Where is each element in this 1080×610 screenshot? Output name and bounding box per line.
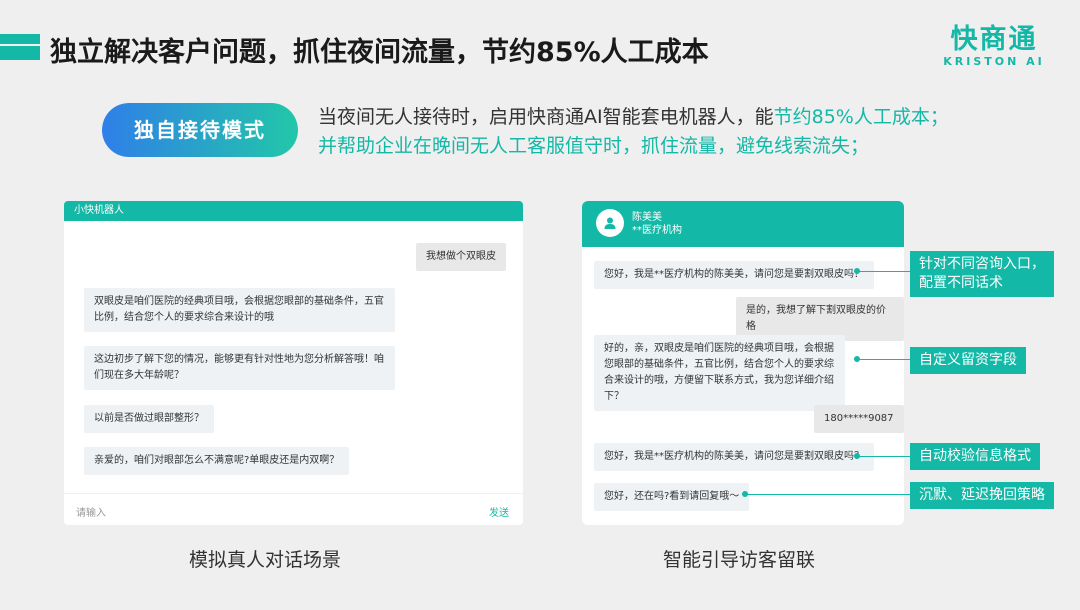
- chat-message-bot: 您好，还在吗?看到请回复哦～: [594, 483, 750, 511]
- logo-text-en: KRISTON AI: [943, 55, 1045, 68]
- description-highlight: 节约85%人工成本；: [773, 106, 949, 128]
- description-line-2: 并帮助企业在晚间无人工客服值守时，抓住流量，避免线索流失；: [318, 135, 870, 157]
- title-accent-bar: [0, 34, 40, 60]
- annotation-connector: [746, 494, 910, 495]
- annotation-entry-scripts: 针对不同咨询入口， 配置不同话术: [910, 251, 1054, 297]
- chat-message-user: 180*****9087: [814, 405, 904, 433]
- robot-chat-window: 小快机器人 我想做个双眼皮 双眼皮是咱们医院的经典项目哦，会根据您眼部的基础条件…: [64, 201, 523, 525]
- chat-input[interactable]: 请输入: [76, 504, 106, 519]
- agent-name: 陈美美: [632, 212, 662, 223]
- logo-text-cn: 快商通: [950, 24, 1038, 55]
- chat-message-user: 我想做个双眼皮: [416, 243, 506, 271]
- description-text: 当夜间无人接待时，启用快商通AI智能套电机器人，能: [318, 106, 774, 128]
- left-caption: 模拟真人对话场景: [189, 549, 342, 571]
- agent-organization: **医疗机构: [632, 225, 682, 236]
- agent-chat-window: 陈美美 **医疗机构 您好，我是**医疗机构的陈美美，请问您是要割双眼皮吗？ 是…: [582, 201, 904, 525]
- chat-message-bot: 您好，我是**医疗机构的陈美美，请问您是要割双眼皮吗？: [594, 261, 874, 289]
- description-line-1: 当夜间无人接待时，启用快商通AI智能套电机器人，能节约85%人工成本；: [318, 103, 949, 132]
- avatar: [596, 209, 624, 237]
- agent-header: 陈美美 **医疗机构: [582, 201, 904, 247]
- chat-message-bot: 以前是否做过眼部整形？: [84, 405, 214, 433]
- brand-logo: 快商通 KRISTON AI: [934, 24, 1054, 68]
- chat-message-bot: 双眼皮是咱们医院的经典项目哦，会根据您眼部的基础条件，五官比例，结合您个人的要求…: [84, 288, 395, 332]
- chat-message-bot: 亲爱的，咱们对眼部怎么不满意呢?单眼皮还是内双啊？: [84, 447, 350, 475]
- annotation-format-check: 自动校验信息格式: [910, 443, 1040, 470]
- annotation-connector: [858, 456, 910, 457]
- annotation-connector: [858, 271, 910, 272]
- annotation-connector: [858, 359, 910, 360]
- page-title: 独立解决客户问题，抓住夜间流量，节约85%人工成本: [50, 37, 709, 68]
- chat-message-bot: 这边初步了解下您的情况，能够更有针对性地为您分析解答哦！咱们现在多大年龄呢？: [84, 346, 395, 390]
- annotation-lead-fields: 自定义留资字段: [910, 347, 1026, 374]
- annotation-recovery-strategy: 沉默、延迟挽回策略: [910, 482, 1054, 509]
- user-icon: [604, 217, 616, 229]
- mode-badge: 独自接待模式: [102, 103, 298, 157]
- mode-description: 当夜间无人接待时，启用快商通AI智能套电机器人，能节约85%人工成本； 并帮助企…: [318, 103, 949, 161]
- chat-input-area[interactable]: 请输入 发送: [64, 493, 523, 525]
- send-button[interactable]: 发送: [489, 504, 509, 519]
- chat-message-bot: 好的，亲，双眼皮是咱们医院的经典项目哦，会根据您眼部的基础条件，五官比例，结合您…: [594, 335, 845, 411]
- chat-message-bot: 您好，我是**医疗机构的陈美美，请问您是要割双眼皮吗？: [594, 443, 874, 471]
- chat-window-title: 小快机器人: [64, 201, 523, 221]
- right-caption: 智能引导访客留联: [663, 549, 816, 571]
